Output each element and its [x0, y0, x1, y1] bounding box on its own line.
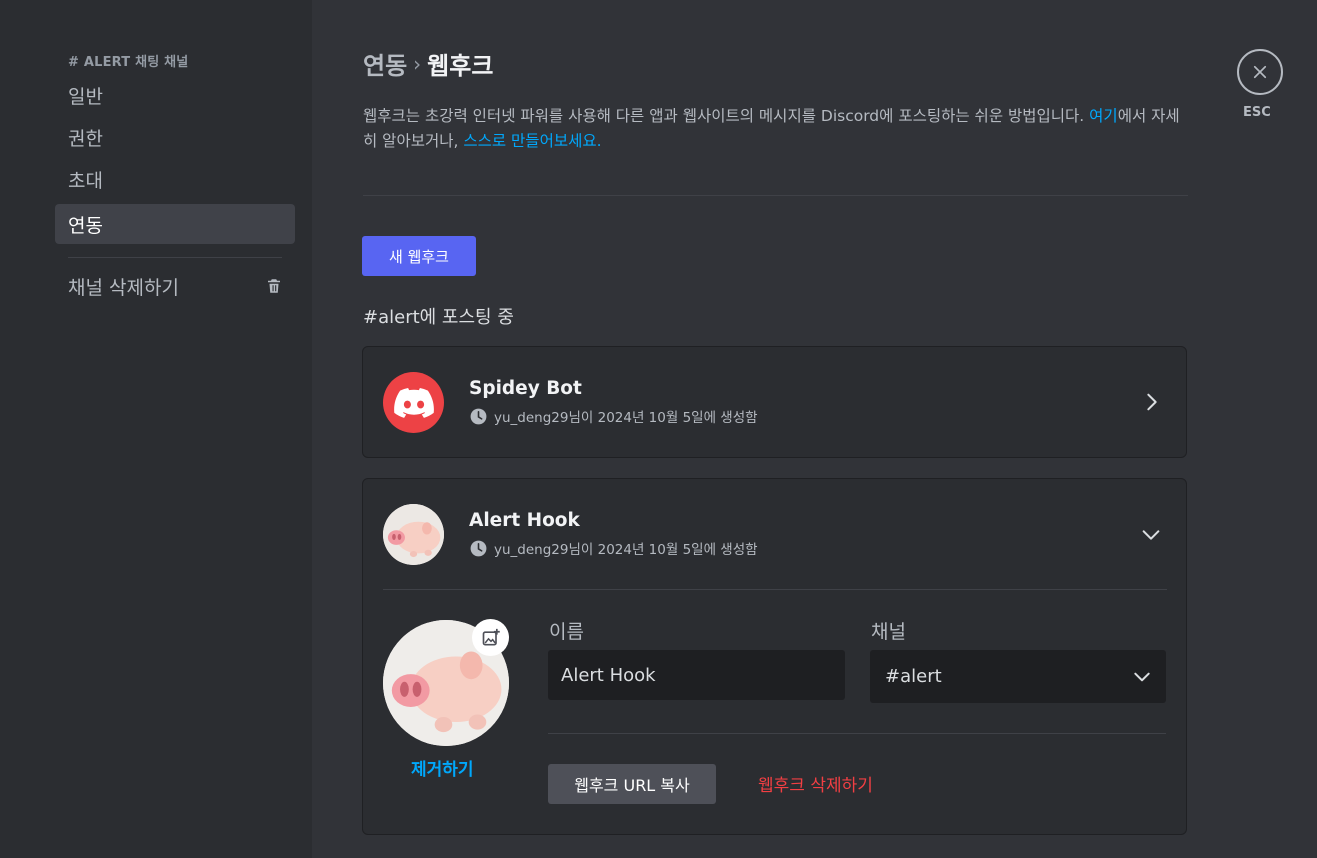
card-divider	[383, 589, 1167, 590]
sidebar-item-permissions[interactable]: 권한	[55, 117, 295, 157]
webhook-card-alert-hook[interactable]: Alert Hook yu_deng29님이 2024년 10월 5일에 생성함	[362, 478, 1187, 835]
webhook-card-spidey-bot[interactable]: Spidey Bot yu_deng29님이 2024년 10월 5일에 생성함	[362, 346, 1187, 458]
new-webhook-button[interactable]: 새 웹후크	[362, 236, 476, 276]
name-field-label: 이름	[549, 621, 584, 643]
sidebar-item-label: 초대	[68, 169, 103, 192]
pig-avatar	[383, 504, 444, 565]
webhook-name-input[interactable]: Alert Hook	[548, 650, 845, 700]
webhook-meta: yu_deng29님이 2024년 10월 5일에 생성함	[469, 406, 758, 426]
pig-avatar-image	[383, 504, 444, 565]
esc-label: ESC	[1243, 105, 1271, 120]
learn-more-link[interactable]: 여기	[1089, 107, 1118, 125]
sidebar-item-invites[interactable]: 초대	[55, 159, 295, 199]
channel-field-label: 채널	[871, 621, 906, 643]
clock-icon	[470, 540, 487, 556]
sidebar-item-integrations[interactable]: 연동	[55, 204, 295, 244]
channel-select[interactable]: #alert	[870, 650, 1166, 703]
upload-image-button[interactable]	[472, 619, 509, 656]
chevron-down-icon[interactable]	[1140, 524, 1162, 546]
close-button[interactable]	[1237, 49, 1283, 95]
sidebar-item-label: 일반	[68, 85, 103, 108]
chevron-down-icon	[1134, 672, 1150, 681]
delete-channel-button[interactable]: 채널 삭제하기	[55, 266, 295, 306]
webhook-name: Alert Hook	[469, 510, 580, 531]
create-yourself-link[interactable]: 스스로 만들어보세요.	[463, 132, 601, 150]
breadcrumb-parent[interactable]: 연동	[363, 46, 407, 81]
breadcrumb-current: 웹후크	[427, 52, 494, 80]
delete-channel-label: 채널 삭제하기	[68, 276, 179, 299]
main-content: 연동 › 웹후크 웹후크는 초강력 인터넷 파워를 사용해 다른 앱과 웹사이트…	[312, 0, 1317, 858]
sidebar-divider	[68, 257, 282, 258]
discord-logo-icon	[383, 372, 444, 433]
clock-icon	[470, 408, 487, 424]
remove-avatar-link[interactable]: 제거하기	[411, 755, 474, 780]
section-divider	[363, 195, 1188, 196]
copy-webhook-url-button[interactable]: 웹후크 URL 복사	[548, 764, 716, 804]
editor-divider	[548, 733, 1166, 734]
page-description: 웹후크는 초강력 인터넷 파워를 사용해 다른 앱과 웹사이트의 메시지를 Di…	[363, 104, 1193, 154]
sidebar-item-label: 연동	[68, 214, 103, 237]
close-icon	[1253, 65, 1267, 79]
webhook-meta: yu_deng29님이 2024년 10월 5일에 생성함	[469, 538, 758, 558]
trash-icon	[268, 279, 280, 293]
webhook-name: Spidey Bot	[469, 378, 582, 399]
webhook-created-text: yu_deng29님이 2024년 10월 5일에 생성함	[494, 410, 758, 426]
description-text: 웹후크는 초강력 인터넷 파워를 사용해 다른 앱과 웹사이트의 메시지를 Di…	[363, 107, 1090, 125]
chevron-right-icon[interactable]	[1141, 391, 1163, 413]
page-title: 연동 › 웹후크	[363, 46, 493, 81]
channel-select-value: #alert	[885, 666, 942, 687]
sidebar-header: # ALERT 채팅 채널	[68, 55, 189, 70]
delete-webhook-link[interactable]: 웹후크 삭제하기	[758, 771, 873, 796]
webhook-created-text: yu_deng29님이 2024년 10월 5일에 생성함	[494, 542, 758, 558]
sidebar-item-general[interactable]: 일반	[55, 75, 295, 115]
breadcrumb-separator: ›	[413, 51, 422, 76]
sidebar-item-label: 권한	[68, 127, 103, 150]
discord-logo-svg	[393, 387, 434, 418]
posting-channel-label: #alert에 포스팅 중	[363, 307, 514, 328]
add-image-icon	[482, 628, 500, 645]
settings-sidebar: # ALERT 채팅 채널 일반 권한 초대 연동 채널 삭제하기	[0, 0, 312, 858]
